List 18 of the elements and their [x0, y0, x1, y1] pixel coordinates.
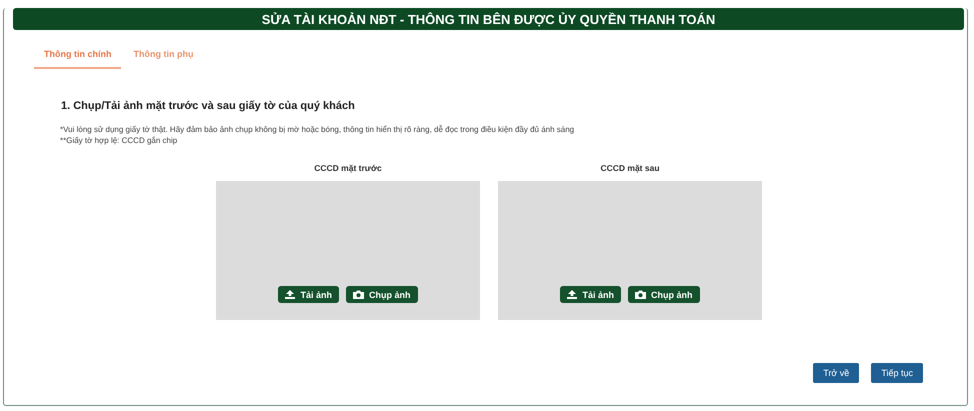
card-label: CCCD mặt sau	[600, 163, 660, 173]
capture-button[interactable]: Chụp ảnh	[346, 286, 418, 303]
upload-icon	[567, 290, 578, 299]
camera-icon	[353, 290, 364, 299]
note-text: **Giấy tờ hợp lệ: CCCD gắn chip	[60, 136, 178, 145]
upload-icon	[285, 290, 296, 299]
continue-button[interactable]: Tiếp tục	[871, 363, 923, 383]
page-title: SỬA TÀI KHOẢN NĐT - THÔNG TIN BÊN ĐƯỢC ỦY QUYỀN THANH TOÁN	[13, 8, 964, 30]
camera-icon	[635, 290, 646, 299]
capture-button[interactable]: Chụp ảnh	[628, 286, 700, 303]
upload-button[interactable]: Tải ảnh	[278, 286, 339, 303]
back-button[interactable]: Trở về	[813, 363, 860, 383]
note-text: *Vui lòng sử dụng giấy tờ thật. Hãy đảm bảo ảnh chụp không bị mờ hoặc bóng, thông tin hiển thị rõ ràng, dễ đọc trong điều kiện đầy đủ ánh sáng	[60, 125, 576, 134]
upload-button[interactable]: Tải ảnh	[560, 286, 621, 303]
section-heading: 1. Chụp/Tải ảnh mặt trước và sau giấy tờ của quý khách	[61, 100, 356, 112]
image-dropzone[interactable]: Tải ảnh Chụp ảnh	[498, 181, 762, 320]
card-label: CCCD mặt trước	[314, 163, 382, 173]
image-dropzone[interactable]: Tải ảnh Chụp ảnh	[216, 181, 480, 320]
